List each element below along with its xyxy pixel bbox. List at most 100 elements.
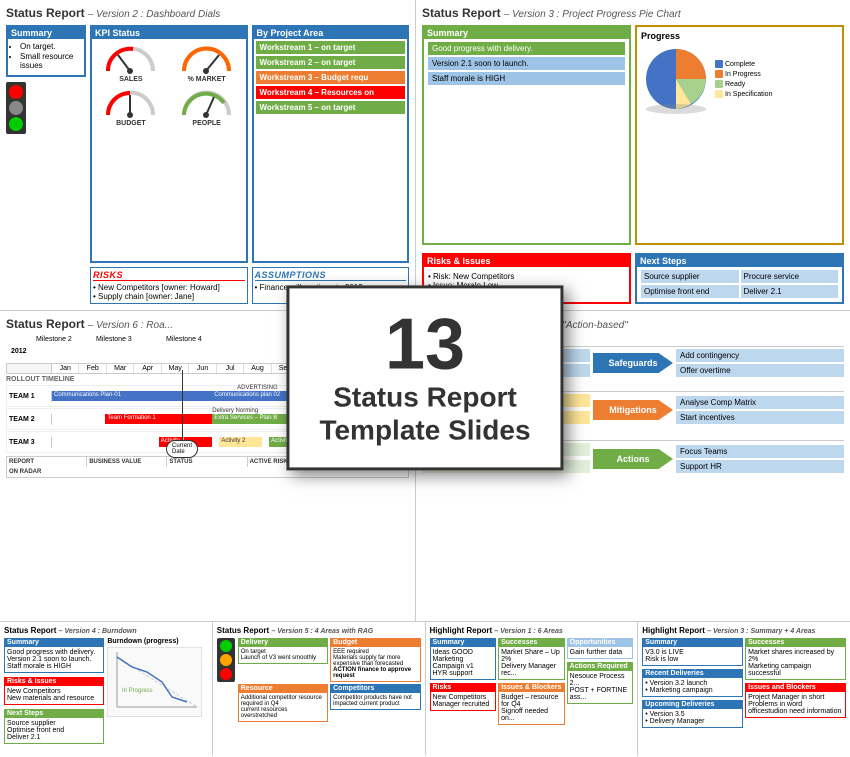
milestone-4: Milestone 4 [166,336,202,343]
v2-title: Status Report – Version 2 : Dashboard Di… [6,6,409,20]
assumptions-box: AssUMPTIONs • Finance will continue to 2… [252,267,410,304]
v2-panel: Status Report – Version 2 : Dashboard Di… [0,0,415,310]
pie-legend: Complete In Progress Ready [715,60,772,98]
v2-summary-item-1: On target. [20,42,80,51]
legend-label-ready: Ready [725,81,745,88]
legend-dot-inspec [715,90,723,98]
hlv3-upcoming-header: Upcoming Deliveries [642,700,743,709]
hlv3-issues-header: Issues and Blockers [745,683,846,692]
month-may: May [162,364,189,373]
hlv3-recent-header: Recent Deliveries [642,669,743,678]
team2-delivery: Delivery Norming [212,408,258,414]
mitigations-arrow: Mitigations [593,400,673,420]
legend-dot-ready [715,80,723,88]
v2-title-strong: Status Report [6,6,85,20]
dial-sales: SALES [94,41,168,83]
year-2012: 2012 [11,348,27,355]
main-container: Status Report – Version 2 : Dashboard Di… [0,0,850,755]
v4-content: Summary Good progress with delivery. Ver… [4,638,208,744]
highlight-v3-panel: Highlight Report – Version 3 : Summary +… [638,622,850,757]
hl-summary-col: Summary Ideas GOOD Marketing Campaign v1… [430,638,497,725]
ws-4: Workstream 4 – Resources on [256,86,406,99]
rag-traffic [217,638,235,682]
highlight-v3-em: – Version 3 : Summary + 4 Areas [707,628,815,635]
v4-ns-header: Next Steps [4,709,104,718]
dial-budget-svg [103,85,158,120]
kpi-title: KPI Status [92,27,246,39]
date-2: [date] – Milestone 2 [422,364,590,377]
report-footer: REPORT BUSINESS VALUE STATUS ACTIVE RISK… [6,456,409,478]
progress-section: Progress [635,25,844,245]
ns-1: Source supplier [641,270,739,283]
v3-title: Status Report – Version 3 : Project Prog… [422,6,844,20]
dial-market: % MARKET [170,41,244,83]
risk-item-1: Risk: New Competitors [422,394,590,407]
ns-4: Deliver 2.1 [741,285,839,298]
v4-summary-header: Summary [4,638,104,647]
pie-chart-svg [641,44,711,114]
team3-timeline: Activity 1 Activity 2 Activity 3 [52,431,408,453]
action-2: Support HR [676,460,844,473]
v3-item-2: Version 2.1 soon to launch. [428,57,625,70]
team1-timeline: Communications Plan-01 Communications pl… [52,385,408,407]
milestone-3: Milestone 3 [96,336,132,343]
v5-resource: Resource Additional competitor resource … [238,684,328,722]
v4-s2: Version 2.1 soon to launch. [7,656,101,663]
risks-box: Risks • New Competitors [owner: Howard] … [90,267,248,304]
dial-budget: BUDGET [94,85,168,127]
actions-items: Focus Teams Support HR [676,445,844,473]
v6-title: Status Report – Version 6 : Roa... [6,317,409,331]
risks-issues-v3: Risks & Issues • Risk: New Competitors •… [422,253,631,304]
svg-text:In Progress: In Progress [122,688,153,694]
hl-actions-header: Actions Required [567,662,634,671]
hl-r1: New Competitors [433,694,494,701]
v4-summary-content: Good progress with delivery. Version 2.1… [4,647,104,673]
assumptions-header: AssUMPTIONs [255,270,407,281]
v2-summary-col: Summary On target. Small resource issues [6,25,86,263]
safeguard-1: Add contingency [676,349,844,362]
gantt-container: TEAM 1 Communications Plan-01 Communicat… [6,385,409,453]
legend-dot-inprogress [715,70,723,78]
v5-comp-header: Competitors [330,684,420,693]
hlv3-u1: • Version 3.5 [645,711,740,718]
risks-title-v1: Risks & Issues [422,381,844,392]
hl-s2: Marketing Campaign v1 [433,656,494,670]
highlight-v1-strong: Highlight Report [430,626,493,635]
targets-left: Market Share – Up 2% Delivery Manager re… [422,443,590,475]
hlv3-s1: V3.0 is LIVE [645,649,740,656]
risks-row: Risk: New Competitors Issue: Morale Low … [422,394,844,426]
dates-section: Dates [date] – Milestone 1 [date] – Mile… [422,336,844,377]
highlight-v3-title: Highlight Report – Version 3 : Summary +… [642,626,846,635]
v5-budget-content: EEE required Materials supply far more e… [330,647,420,682]
hl-actions-content: Nesouce Process 2... POST + FORTINE ass.… [567,671,634,704]
hl-s3: HYR support [433,670,494,677]
risk-item-2: Issue: Morale Low [422,411,590,424]
hl-successes-col: Successes Market Share – Up 2% Delivery … [498,638,565,725]
hlv3-left: Summary V3.0 is LIVE Risk is low Recent … [642,638,743,728]
v5-content: Delivery On target Launch of V3 went smo… [217,638,421,722]
v6-title-em: – Version 6 : Roa... [88,320,173,331]
v5-grid: Delivery On target Launch of V3 went smo… [238,638,421,722]
traffic-light [6,82,26,134]
dial-people: PEOPLE [170,85,244,127]
hlv3-upcoming-content: • Version 3.5 • Delivery Manager [642,709,743,728]
highlight-v1-em: – Version 1 : 6 Areas [494,628,562,635]
hl-opportunities-col: Opportunities Gain further data Actions … [567,638,634,725]
hl-successes-content: Market Share – Up 2% Delivery Manager re… [498,647,565,680]
ws-5: Workstream 5 – on target [256,101,406,114]
v4-risks-content: New Competitors New materials and resour… [4,686,104,705]
targets-row: Market Share – Up 2% Delivery Manager re… [422,443,844,475]
v4-s1: Good progress with delivery. [7,649,101,656]
v3-item-1: Good progress with delivery. [428,42,625,55]
dial-market-svg [179,41,234,76]
hl-o1: Gain further data [570,649,631,656]
team3-bar2: Activity 2 [219,437,262,447]
pie-chart-container: Complete In Progress Ready [641,44,838,114]
team1-bar2: Communications plan 02 [212,391,319,401]
mitigations-items: Analyse Comp Matrix Start incentives [676,396,844,424]
bottom-row: Status Report – Version 4 : Burndown Sum… [0,622,850,757]
v1-title-strong: Status Report [422,317,501,331]
rollout-label: ROLLOUT TIMELINE [6,376,409,383]
kpi-dials: SALES % MARKET [92,39,246,129]
hlv3-s2: Risk is low [645,656,740,663]
